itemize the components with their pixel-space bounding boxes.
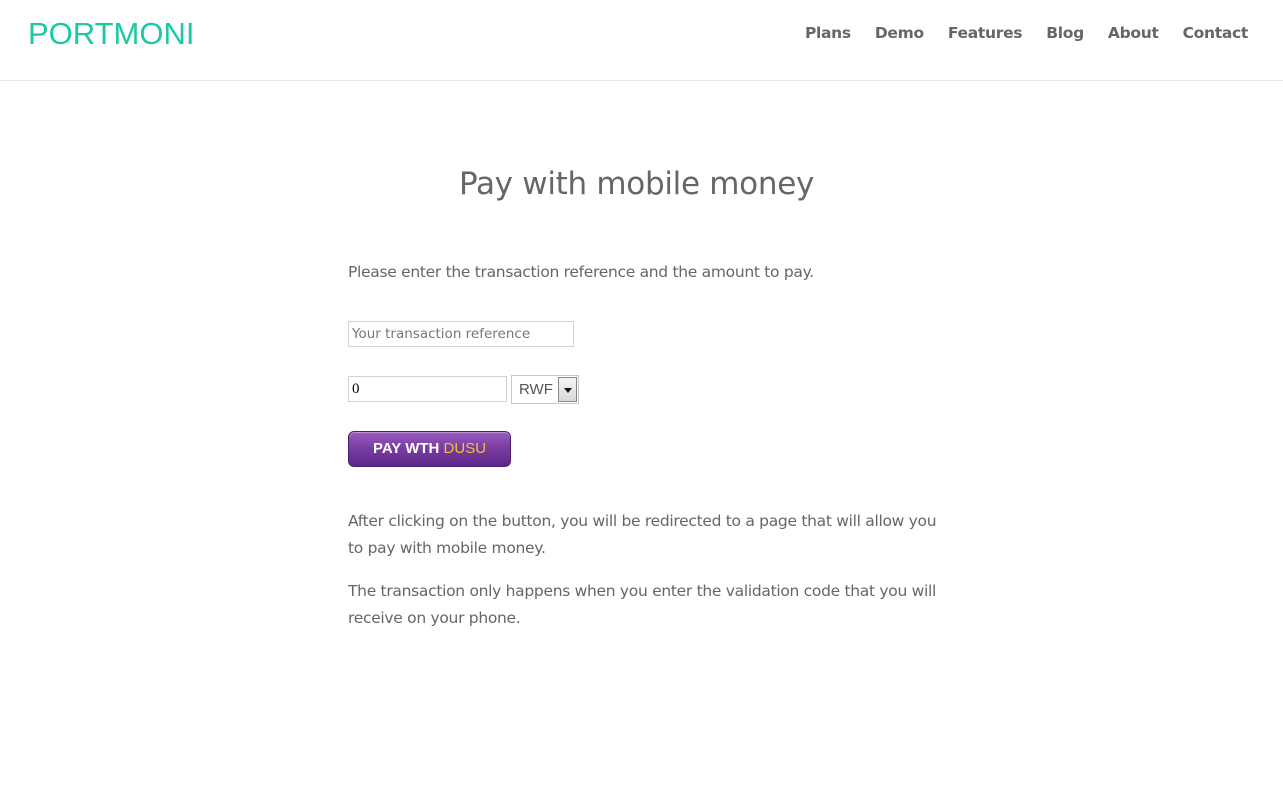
intro-text: Please enter the transaction reference a… xyxy=(348,263,814,281)
nav-contact[interactable]: Contact xyxy=(1183,24,1249,42)
transaction-reference-input[interactable] xyxy=(348,321,574,347)
main-nav: Plans Demo Features Blog About Contact xyxy=(781,24,1248,42)
nav-blog[interactable]: Blog xyxy=(1046,24,1084,42)
page-title: Pay with mobile money xyxy=(458,166,815,202)
pay-with-dusu-button[interactable]: PAY WTH DUSU xyxy=(348,431,511,467)
redirect-info-text: After clicking on the button, you will b… xyxy=(348,512,937,557)
currency-selected-value: RWF xyxy=(519,381,553,398)
amount-input[interactable] xyxy=(348,376,507,402)
nav-about[interactable]: About xyxy=(1108,24,1159,42)
pay-button-label: PAY WTH xyxy=(372,440,440,457)
chevron-down-icon[interactable] xyxy=(558,377,577,402)
pay-button-brand: DUSU xyxy=(443,440,487,457)
site-header: PORTMONI Plans Demo Features Blog About … xyxy=(0,0,1283,81)
nav-features[interactable]: Features xyxy=(948,24,1023,42)
currency-select[interactable]: RWF xyxy=(511,375,579,404)
nav-plans[interactable]: Plans xyxy=(805,24,851,42)
validation-info-text: The transaction only happens when you en… xyxy=(348,582,937,627)
nav-demo[interactable]: Demo xyxy=(875,24,924,42)
logo[interactable]: PORTMONI xyxy=(28,16,195,52)
